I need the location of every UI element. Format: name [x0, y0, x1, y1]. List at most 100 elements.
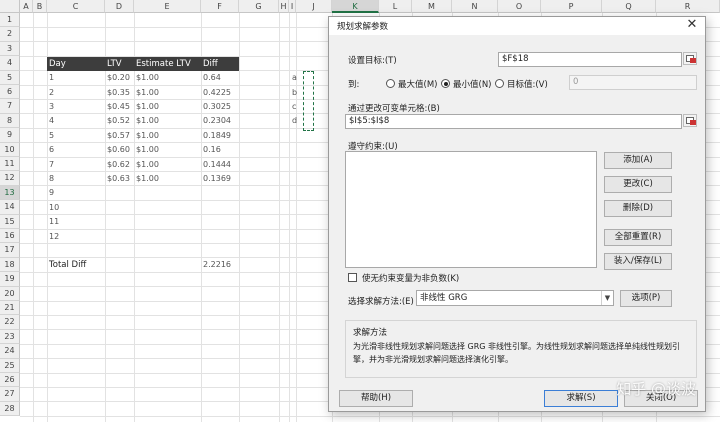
row-header-11[interactable]: 11 — [0, 157, 20, 172]
row-header-13[interactable]: 13 — [0, 185, 20, 201]
table-cell[interactable]: 0.1369 — [201, 172, 231, 186]
row-header-5[interactable]: 5 — [0, 70, 20, 85]
range-select-icon[interactable] — [683, 52, 697, 65]
table-cell[interactable]: $1.00 — [134, 71, 159, 85]
table-cell[interactable]: $0.20 — [105, 71, 130, 85]
table-cell[interactable]: 0.2304 — [201, 114, 231, 128]
row-header-7[interactable]: 7 — [0, 99, 20, 114]
target-value-input[interactable]: 0 — [569, 75, 697, 90]
delete-button[interactable]: 删除(D) — [604, 200, 672, 217]
row-header-2[interactable]: 2 — [0, 27, 20, 42]
table-cell[interactable]: $0.62 — [105, 158, 130, 172]
table-header-ltv[interactable]: LTV — [105, 56, 134, 71]
select-all-corner[interactable] — [0, 0, 20, 13]
row-header-10[interactable]: 10 — [0, 142, 20, 157]
table-cell[interactable]: 4 — [47, 114, 54, 128]
dialog-titlebar[interactable]: 规划求解参数 ✕ — [329, 17, 705, 35]
table-cell[interactable]: 11 — [47, 215, 59, 229]
reset-all-button[interactable]: 全部重置(R) — [604, 229, 672, 246]
close-icon[interactable]: ✕ — [685, 17, 699, 32]
row-header-8[interactable]: 8 — [0, 113, 20, 129]
load-save-button[interactable]: 装入/保存(L) — [604, 253, 672, 270]
row-header-17[interactable]: 17 — [0, 243, 20, 258]
table-cell[interactable]: 1 — [47, 71, 54, 85]
row-header-1[interactable]: 1 — [0, 13, 20, 28]
column-header-g[interactable]: G — [239, 0, 279, 13]
table-cell[interactable]: 5 — [47, 129, 54, 143]
radio-min[interactable] — [441, 79, 450, 88]
row-header-15[interactable]: 15 — [0, 214, 20, 229]
column-header-e[interactable]: E — [134, 0, 201, 13]
table-cell[interactable]: 9 — [47, 186, 54, 200]
row-header-14[interactable]: 14 — [0, 200, 20, 215]
table-header-diff[interactable]: Diff — [201, 56, 239, 71]
table-cell[interactable]: 0.16 — [201, 143, 221, 157]
table-cell[interactable]: 6 — [47, 143, 54, 157]
column-header-h[interactable]: H — [279, 0, 289, 13]
row-header-20[interactable]: 20 — [0, 286, 20, 301]
column-header-p[interactable]: P — [541, 0, 602, 13]
row-header-22[interactable]: 22 — [0, 315, 20, 330]
table-cell[interactable]: 0.1849 — [201, 129, 231, 143]
column-header-a[interactable]: A — [20, 0, 33, 13]
row-header-16[interactable]: 16 — [0, 229, 20, 244]
column-header-n[interactable]: N — [452, 0, 498, 13]
row-header-12[interactable]: 12 — [0, 171, 20, 186]
row-header-9[interactable]: 9 — [0, 128, 20, 143]
table-cell[interactable]: $0.45 — [105, 100, 130, 114]
total-diff-value[interactable]: 2.2216 — [201, 258, 231, 272]
method-select[interactable]: 非线性 GRG ▼ — [416, 290, 614, 306]
column-header-l[interactable]: L — [379, 0, 412, 13]
changing-cells-input[interactable]: $I$5:$I$8 — [345, 114, 682, 129]
table-cell[interactable]: $1.00 — [134, 86, 159, 100]
table-cell[interactable]: 3 — [47, 100, 54, 114]
table-cell[interactable]: 0.1444 — [201, 158, 231, 172]
column-header-i[interactable]: I — [289, 0, 296, 13]
table-cell[interactable]: $0.52 — [105, 114, 130, 128]
range-select-icon[interactable] — [683, 114, 697, 127]
table-cell[interactable]: $0.63 — [105, 172, 130, 186]
column-header-o[interactable]: O — [498, 0, 541, 13]
radio-value-of[interactable] — [495, 79, 504, 88]
column-header-b[interactable]: B — [33, 0, 47, 13]
row-header-4[interactable]: 4 — [0, 56, 20, 71]
param-label-b[interactable]: b — [290, 86, 297, 100]
table-cell[interactable]: 12 — [47, 230, 59, 244]
table-cell[interactable]: $0.57 — [105, 129, 130, 143]
column-header-r[interactable]: R — [656, 0, 720, 13]
add-button[interactable]: 添加(A) — [604, 152, 672, 169]
column-header-j[interactable]: J — [296, 0, 332, 13]
table-cell[interactable]: 7 — [47, 158, 54, 172]
table-cell[interactable]: $1.00 — [134, 143, 159, 157]
column-header-f[interactable]: F — [201, 0, 239, 13]
set-objective-input[interactable]: $F$18 — [498, 52, 682, 67]
table-cell[interactable]: $1.00 — [134, 172, 159, 186]
total-diff-label[interactable]: Total Diff — [47, 258, 86, 272]
row-header-27[interactable]: 27 — [0, 387, 20, 402]
table-cell[interactable]: 0.64 — [201, 71, 221, 85]
table-cell[interactable]: $0.60 — [105, 143, 130, 157]
column-header-m[interactable]: M — [412, 0, 452, 13]
table-cell[interactable]: 0.4225 — [201, 86, 231, 100]
table-cell[interactable]: 2 — [47, 86, 54, 100]
solve-button[interactable]: 求解(S) — [544, 390, 618, 407]
row-header-19[interactable]: 19 — [0, 272, 20, 287]
param-label-a[interactable]: a — [290, 71, 297, 85]
radio-max[interactable] — [386, 79, 395, 88]
help-button[interactable]: 帮助(H) — [339, 390, 413, 407]
column-header-q[interactable]: Q — [602, 0, 656, 13]
row-header-6[interactable]: 6 — [0, 85, 20, 100]
row-header-26[interactable]: 26 — [0, 373, 20, 388]
param-label-d[interactable]: d — [290, 114, 297, 128]
table-cell[interactable]: 10 — [47, 201, 59, 215]
dropdown-arrow-icon[interactable]: ▼ — [601, 291, 613, 305]
table-cell[interactable]: $1.00 — [134, 100, 159, 114]
table-header-estimate-ltv[interactable]: Estimate LTV — [134, 56, 201, 71]
table-header-day[interactable]: Day — [47, 56, 105, 71]
column-header-d[interactable]: D — [105, 0, 134, 13]
table-cell[interactable]: $0.35 — [105, 86, 130, 100]
row-header-3[interactable]: 3 — [0, 41, 20, 57]
row-header-24[interactable]: 24 — [0, 344, 20, 359]
column-header-c[interactable]: C — [47, 0, 105, 13]
row-header-18[interactable]: 18 — [0, 257, 20, 273]
